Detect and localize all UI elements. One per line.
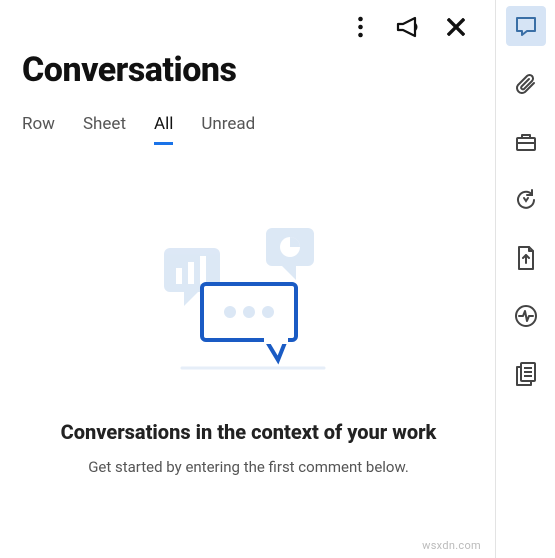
conversation-illustration-icon bbox=[154, 218, 344, 388]
tab-sheet[interactable]: Sheet bbox=[83, 114, 126, 145]
rail-document[interactable] bbox=[506, 354, 546, 394]
rail-activity[interactable] bbox=[506, 296, 546, 336]
rail-briefcase[interactable] bbox=[506, 122, 546, 162]
tab-row[interactable]: Row bbox=[22, 114, 55, 145]
conversations-panel: Conversations Row Sheet All Unread bbox=[0, 0, 495, 558]
empty-subtext: Get started by entering the first commen… bbox=[88, 458, 409, 476]
empty-heading: Conversations in the context of your wor… bbox=[61, 420, 437, 444]
rail-refresh[interactable] bbox=[506, 180, 546, 220]
empty-state: Conversations in the context of your wor… bbox=[22, 145, 475, 538]
rail-attachments[interactable] bbox=[506, 64, 546, 104]
megaphone-icon bbox=[395, 14, 421, 40]
announce-button[interactable] bbox=[389, 8, 427, 46]
tab-all[interactable]: All bbox=[154, 114, 173, 145]
briefcase-icon bbox=[514, 130, 538, 154]
right-rail bbox=[495, 0, 555, 558]
panel-header bbox=[22, 0, 475, 54]
close-icon bbox=[447, 18, 465, 36]
attachments-icon bbox=[514, 72, 538, 96]
refresh-icon bbox=[514, 188, 538, 212]
page-title: Conversations bbox=[22, 50, 475, 90]
rail-comments[interactable] bbox=[506, 6, 546, 46]
rail-upload[interactable] bbox=[506, 238, 546, 278]
close-button[interactable] bbox=[437, 8, 475, 46]
more-button[interactable] bbox=[341, 8, 379, 46]
document-icon bbox=[514, 361, 538, 387]
upload-file-icon bbox=[515, 245, 537, 271]
more-vertical-icon bbox=[358, 16, 363, 38]
tabs: Row Sheet All Unread bbox=[22, 114, 475, 145]
watermark: wsxdn.com bbox=[422, 539, 481, 552]
activity-icon bbox=[514, 304, 538, 328]
empty-illustration bbox=[154, 218, 344, 392]
tab-unread[interactable]: Unread bbox=[201, 114, 255, 145]
comments-icon bbox=[514, 14, 538, 38]
